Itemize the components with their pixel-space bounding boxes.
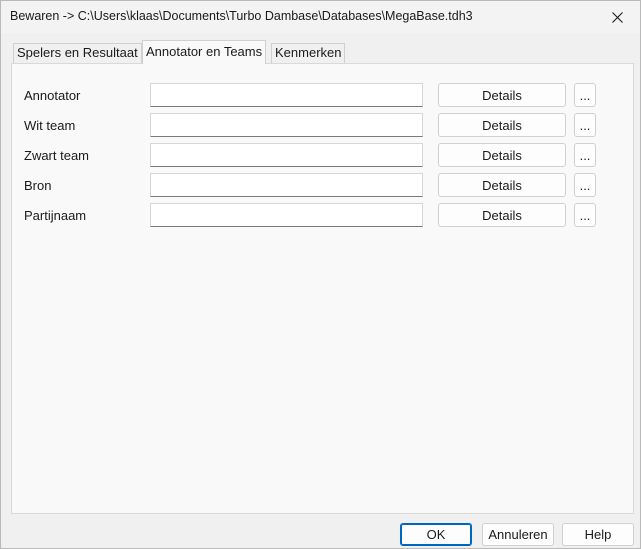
tab-spelers-en-resultaat[interactable]: Spelers en Resultaat: [13, 43, 142, 63]
close-icon: [611, 11, 623, 23]
wit-team-label: Wit team: [24, 118, 76, 133]
annotator-label: Annotator: [24, 88, 81, 103]
bron-more-button[interactable]: ...: [574, 173, 596, 197]
window-title: Bewaren -> C:\Users\klaas\Documents\Turb…: [10, 9, 473, 23]
partijnaam-details-button[interactable]: Details: [438, 203, 566, 227]
cancel-button[interactable]: Annuleren: [482, 523, 554, 546]
title-bar: Bewaren -> C:\Users\klaas\Documents\Turb…: [1, 1, 640, 33]
bron-details-button[interactable]: Details: [438, 173, 566, 197]
tab-annotator-en-teams[interactable]: Annotator en Teams: [142, 40, 267, 64]
tab-kenmerken[interactable]: Kenmerken: [271, 43, 346, 63]
zwart-team-field[interactable]: [150, 143, 423, 167]
wit-team-more-button[interactable]: ...: [574, 113, 596, 137]
help-button[interactable]: Help: [562, 523, 634, 546]
bron-label: Bron: [24, 178, 52, 193]
annotator-more-button[interactable]: ...: [574, 83, 596, 107]
zwart-team-label: Zwart team: [24, 148, 90, 163]
partijnaam-label: Partijnaam: [24, 208, 87, 223]
zwart-team-more-button[interactable]: ...: [574, 143, 596, 167]
annotator-details-button[interactable]: Details: [438, 83, 566, 107]
zwart-team-details-button[interactable]: Details: [438, 143, 566, 167]
annotator-field[interactable]: [150, 83, 423, 107]
ok-button[interactable]: OK: [400, 523, 472, 546]
partijnaam-more-button[interactable]: ...: [574, 203, 596, 227]
bron-field[interactable]: [150, 173, 423, 197]
wit-team-field[interactable]: [150, 113, 423, 137]
dialog-window: Bewaren -> C:\Users\klaas\Documents\Turb…: [0, 0, 641, 549]
partijnaam-field[interactable]: [150, 203, 423, 227]
close-button[interactable]: [594, 1, 640, 33]
wit-team-details-button[interactable]: Details: [438, 113, 566, 137]
